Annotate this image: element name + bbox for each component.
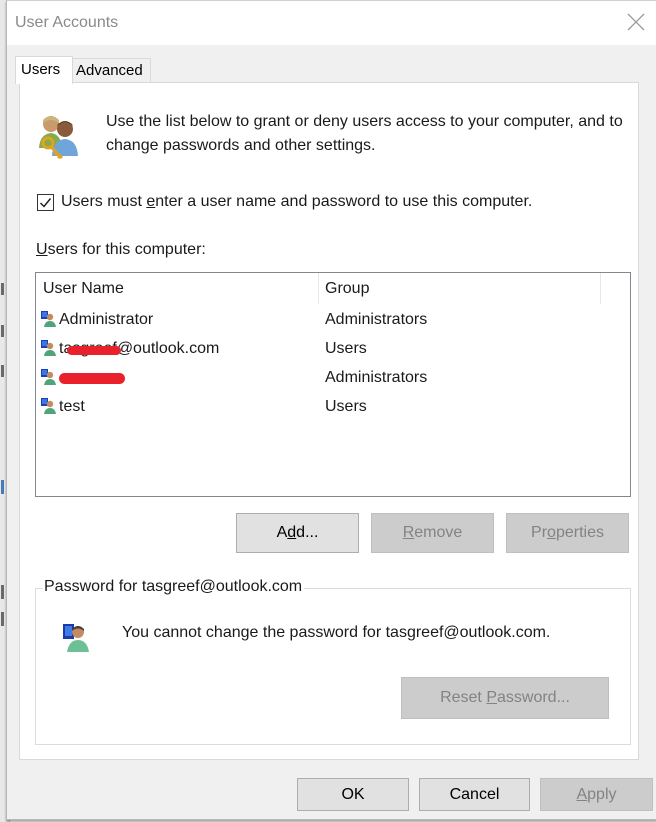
redaction-mark [67, 346, 121, 355]
user-accounts-dialog: User Accounts Users Advanced Use the lis… [6, 0, 656, 820]
background-text-fragment [1, 480, 4, 494]
column-header-user-name[interactable]: User Name [43, 280, 124, 298]
apply-button[interactable]: Apply [540, 778, 653, 811]
password-groupbox-title: Password for tasgreef@outlook.com [43, 578, 305, 596]
background-text-fragment [1, 585, 4, 599]
users-for-computer-label: Users for this computer: [36, 241, 206, 258]
tab-users[interactable]: Users [15, 56, 73, 84]
require-password-checkbox[interactable] [37, 194, 54, 211]
user-name: Administrator [59, 311, 154, 328]
user-group: Administrators [325, 311, 428, 328]
tab-label: Advanced [76, 62, 143, 79]
list-header: User Name Group [36, 273, 630, 305]
redaction-mark [59, 373, 125, 384]
users-list[interactable]: User Name Group Administrator Administra… [35, 272, 631, 497]
user-icon [41, 369, 57, 385]
window-title: User Accounts [15, 14, 119, 31]
user-icon [41, 398, 57, 414]
users-tab-panel: Use the list below to grant or deny user… [19, 82, 639, 760]
user-row[interactable]: Administrators [36, 364, 630, 393]
password-groupbox: Password for tasgreef@outlook.com You ca… [35, 578, 631, 745]
properties-button[interactable]: Properties [506, 513, 629, 553]
column-divider[interactable] [600, 273, 601, 304]
background-text-fragment [1, 612, 4, 626]
reset-password-button[interactable]: Reset Password... [401, 677, 609, 719]
users-key-icon [34, 110, 84, 160]
column-header-group[interactable]: Group [325, 280, 369, 298]
user-icon [41, 311, 57, 327]
password-message: You cannot change the password for tasgr… [122, 624, 551, 641]
intro-description: Use the list below to grant or deny user… [106, 113, 623, 154]
column-divider[interactable] [318, 273, 319, 304]
user-group: Administrators [325, 369, 428, 386]
tab-label: Users [21, 61, 61, 78]
user-row[interactable]: Administrator Administrators [36, 306, 630, 335]
user-name: test [59, 398, 85, 415]
user-group: Users [325, 340, 367, 357]
ok-button[interactable]: OK [297, 778, 409, 811]
user-icon [41, 340, 57, 356]
tab-advanced[interactable]: Advanced [70, 58, 151, 83]
title-bar: User Accounts [7, 1, 656, 45]
background-text-fragment [1, 283, 4, 295]
user-row[interactable]: test Users [36, 393, 630, 422]
user-row[interactable]: tasgreef@outlook.com Users [36, 335, 630, 364]
user-monitor-icon [61, 621, 93, 653]
require-password-label: Users must enter a user name and passwor… [61, 193, 533, 210]
user-group: Users [325, 398, 367, 415]
add-user-button[interactable]: Add... [236, 513, 359, 553]
background-text-fragment [1, 325, 4, 337]
cancel-button[interactable]: Cancel [419, 778, 530, 811]
remove-user-button[interactable]: Remove [371, 513, 494, 553]
close-icon[interactable] [626, 12, 646, 32]
background-text-fragment [1, 365, 4, 377]
